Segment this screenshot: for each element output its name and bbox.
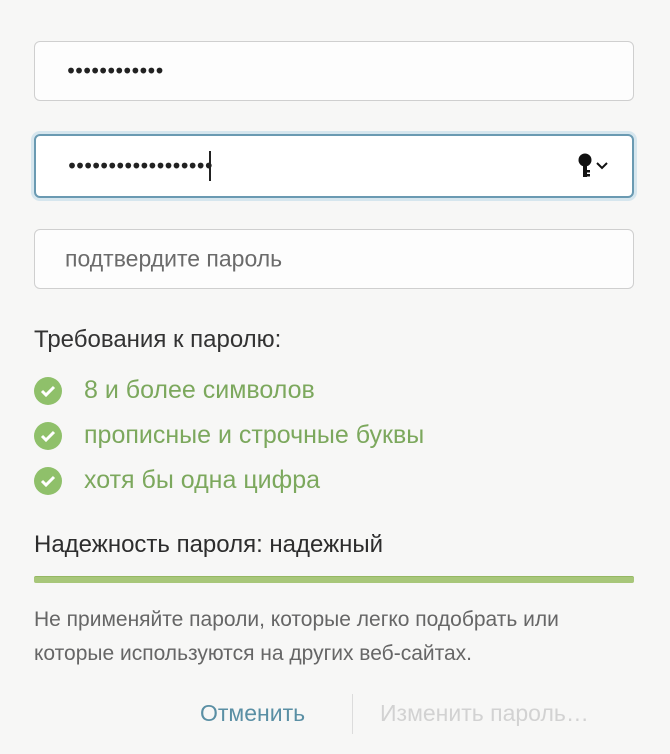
requirements-title: Требования к паролю:: [34, 326, 282, 353]
current-password-field[interactable]: ••••••••••••: [34, 41, 634, 101]
confirm-password-placeholder: подтвердите пароль: [65, 245, 283, 272]
check-circle-icon: [34, 421, 62, 450]
current-password-value: ••••••••••••: [65, 59, 165, 83]
confirm-password-field[interactable]: подтвердите пароль: [34, 229, 634, 289]
requirements-list: 8 и более символов прописные и строчные …: [34, 368, 424, 503]
check-circle-icon: [34, 466, 62, 495]
button-divider: [352, 694, 353, 734]
key-icon: [578, 153, 592, 177]
change-password-button[interactable]: Изменить пароль…: [380, 700, 589, 727]
cancel-button[interactable]: Отменить: [200, 700, 305, 727]
requirement-label: 8 и более символов: [84, 376, 315, 404]
requirement-digit: хотя бы одна цифра: [34, 458, 424, 503]
requirement-case: прописные и строчные буквы: [34, 413, 424, 458]
password-strength-bar: [34, 576, 634, 583]
password-strength-label: Надежность пароля: надежный: [34, 531, 384, 558]
dialog-footer: Отменить Изменить пароль…: [0, 686, 670, 742]
password-hint: Не применяйте пароли, которые легко подо…: [34, 608, 559, 665]
new-password-field[interactable]: ••••••••••••••••••: [34, 134, 634, 198]
requirement-label: прописные и строчные буквы: [84, 421, 425, 449]
check-circle-icon: [34, 376, 62, 405]
requirement-length: 8 и более символов: [34, 368, 424, 413]
password-suggest-button[interactable]: [577, 153, 608, 179]
chevron-down-icon: [596, 162, 608, 170]
requirement-label: хотя бы одна цифра: [84, 466, 320, 494]
text-caret: [209, 151, 211, 181]
new-password-value: ••••••••••••••••••: [66, 154, 215, 178]
